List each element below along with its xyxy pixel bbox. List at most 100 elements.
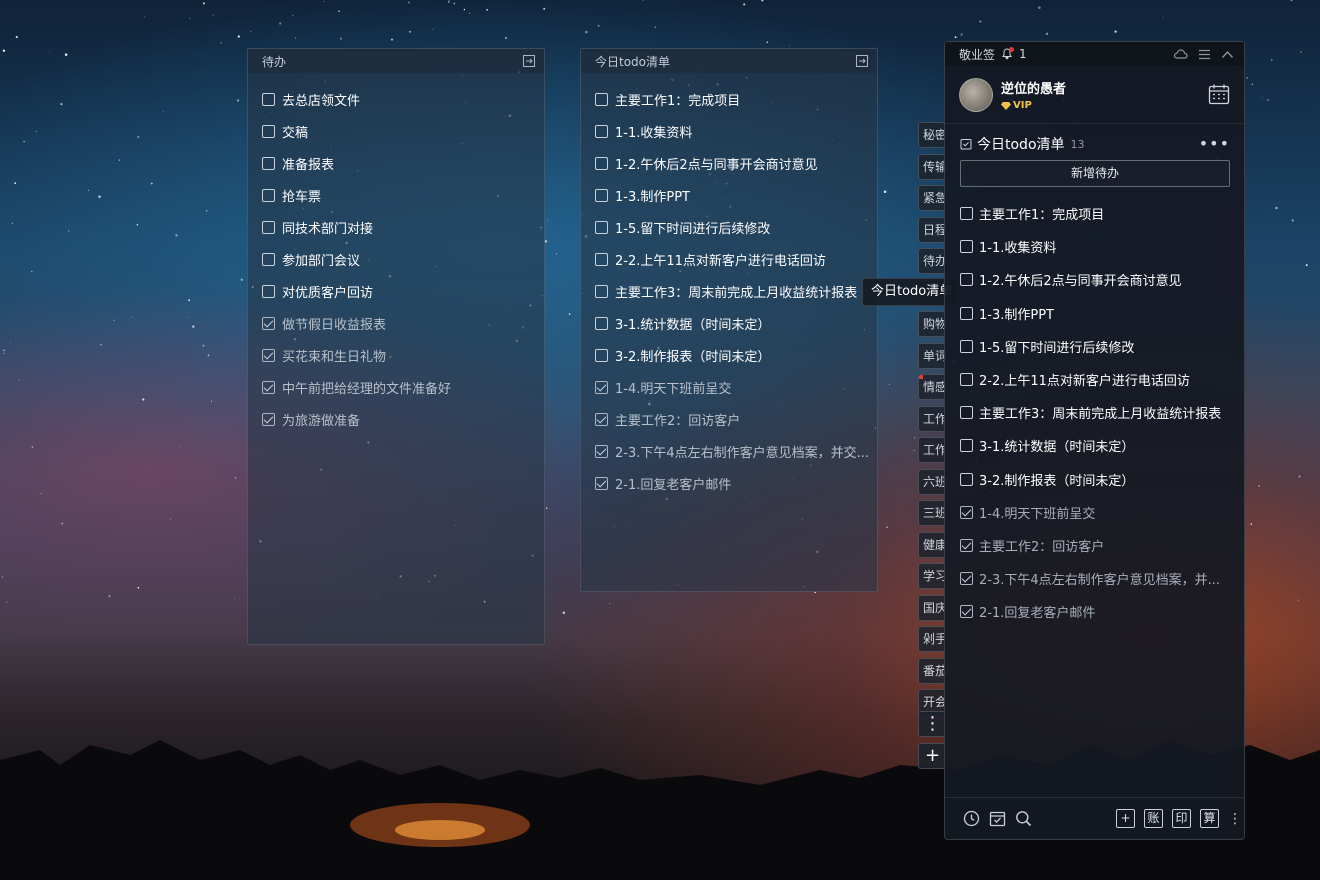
todo-item[interactable]: 1-2.午休后2点与同事开会商讨意见: [960, 263, 1230, 296]
todo-item[interactable]: 2-1.回复老客户邮件: [960, 595, 1230, 628]
checked-checkbox[interactable]: [262, 316, 275, 330]
category-tab[interactable]: 工作: [918, 437, 946, 463]
checkbox[interactable]: [960, 306, 973, 320]
category-tab[interactable]: 剁手: [918, 626, 946, 652]
checkbox[interactable]: [595, 284, 608, 298]
category-tab[interactable]: 购物: [918, 311, 946, 337]
title-bar[interactable]: 敬业签 1: [945, 42, 1244, 66]
todo-item[interactable]: 2-3.下午4点左右制作客户意见档案，并交...: [595, 435, 877, 467]
detach-icon[interactable]: [855, 54, 869, 68]
todo-item[interactable]: 1-4.明天下班前呈交: [595, 371, 877, 403]
notification-bell-icon[interactable]: [1001, 47, 1015, 60]
checkbox[interactable]: [595, 252, 608, 266]
category-tab[interactable]: 秘密: [918, 122, 946, 148]
todo-item[interactable]: 做节假日收益报表: [262, 307, 544, 339]
category-tab[interactable]: 工作: [918, 405, 946, 432]
checked-checkbox[interactable]: [595, 444, 608, 458]
todo-item[interactable]: 3-1.统计数据（时间未定）: [960, 429, 1230, 462]
user-profile-row[interactable]: 逆位的愚者 VIP: [945, 66, 1244, 124]
more-tabs-button[interactable]: ⋮: [918, 711, 946, 737]
todo-item[interactable]: 1-5.留下时间进行后续修改: [595, 211, 877, 243]
search-icon[interactable]: [1015, 810, 1032, 827]
checkbox[interactable]: [595, 188, 608, 202]
cloud-sync-icon[interactable]: [1173, 48, 1188, 60]
checked-checkbox[interactable]: [262, 380, 275, 394]
todo-item[interactable]: 1-1.收集资料: [960, 230, 1230, 263]
checkbox[interactable]: [960, 339, 973, 353]
category-tab[interactable]: 传输: [918, 153, 946, 180]
todo-item[interactable]: 2-2.上午11点对新客户进行电话回访: [960, 363, 1230, 396]
category-tab[interactable]: 待办: [918, 248, 946, 274]
checkbox[interactable]: [960, 240, 973, 254]
more-options-icon[interactable]: •••: [1199, 136, 1230, 152]
todo-item[interactable]: 主要工作2：回访客户: [595, 403, 877, 435]
checkbox[interactable]: [262, 156, 275, 170]
checkbox[interactable]: [960, 406, 973, 420]
checkbox[interactable]: [595, 156, 608, 170]
category-tab[interactable]: 情感: [918, 374, 946, 400]
todo-item[interactable]: 1-3.制作PPT: [595, 179, 877, 211]
checkbox[interactable]: [595, 92, 608, 106]
todo-item[interactable]: 1-3.制作PPT: [960, 297, 1230, 330]
checked-checkbox[interactable]: [595, 380, 608, 394]
account-button[interactable]: 账: [1144, 809, 1163, 828]
task-box-icon[interactable]: [989, 810, 1006, 827]
todo-item[interactable]: 1-2.午休后2点与同事开会商讨意见: [595, 147, 877, 179]
todo-item[interactable]: 主要工作3：周末前完成上月收益统计报表: [595, 275, 877, 307]
detach-icon[interactable]: [522, 54, 536, 68]
checkbox[interactable]: [262, 252, 275, 266]
todo-item[interactable]: 2-3.下午4点左右制作客户意见档案，并...: [960, 562, 1230, 595]
todo-item[interactable]: 2-2.上午11点对新客户进行电话回访: [595, 243, 877, 275]
add-todo-button[interactable]: 新增待办: [960, 160, 1230, 187]
checked-checkbox[interactable]: [960, 538, 973, 552]
todo-item[interactable]: 3-2.制作报表（时间未定）: [960, 463, 1230, 496]
category-tab[interactable]: 六班: [918, 468, 946, 495]
collapse-chevron-icon[interactable]: [1221, 50, 1234, 59]
todo-item[interactable]: 1-4.明天下班前呈交: [960, 496, 1230, 529]
checkbox[interactable]: [595, 316, 608, 330]
checkbox[interactable]: [595, 348, 608, 362]
checkbox[interactable]: [262, 220, 275, 234]
todo-item[interactable]: 为旅游做准备: [262, 403, 544, 435]
category-tab[interactable]: 学习: [918, 563, 946, 589]
clock-icon[interactable]: [963, 810, 980, 827]
more-vertical-icon[interactable]: ⋮: [1228, 812, 1242, 826]
todo-item[interactable]: 去总店领文件: [262, 83, 544, 115]
todo-item[interactable]: 准备报表: [262, 147, 544, 179]
checked-checkbox[interactable]: [960, 505, 973, 519]
todo-item[interactable]: 3-1.统计数据（时间未定）: [595, 307, 877, 339]
category-tab[interactable]: 日程: [918, 216, 946, 243]
checkbox[interactable]: [960, 207, 973, 221]
add-tab-button[interactable]: +: [918, 743, 946, 769]
checkbox[interactable]: [960, 439, 973, 453]
checkbox[interactable]: [262, 284, 275, 298]
todo-item[interactable]: 买花束和生日礼物: [262, 339, 544, 371]
checked-checkbox[interactable]: [960, 572, 973, 586]
category-tab[interactable]: 单词: [918, 342, 946, 369]
checkbox[interactable]: [595, 220, 608, 234]
category-tab[interactable]: 健康: [918, 531, 946, 558]
checked-checkbox[interactable]: [595, 412, 608, 426]
todo-item[interactable]: 对优质客户回访: [262, 275, 544, 307]
print-button[interactable]: 印: [1172, 809, 1191, 828]
checkbox[interactable]: [960, 373, 973, 387]
todo-item[interactable]: 主要工作1：完成项目: [960, 197, 1230, 230]
category-tab[interactable]: 国庆: [918, 594, 946, 621]
checked-checkbox[interactable]: [960, 605, 973, 619]
todo-item[interactable]: 同技术部门对接: [262, 211, 544, 243]
new-note-button[interactable]: +: [1116, 809, 1135, 828]
calculator-button[interactable]: 算: [1200, 809, 1219, 828]
todo-item[interactable]: 2-1.回复老客户邮件: [595, 467, 877, 499]
checked-checkbox[interactable]: [595, 476, 608, 490]
menu-icon[interactable]: [1198, 49, 1211, 60]
todo-item[interactable]: 3-2.制作报表（时间未定）: [595, 339, 877, 371]
checked-checkbox[interactable]: [262, 412, 275, 426]
todo-item[interactable]: 主要工作2：回访客户: [960, 529, 1230, 562]
checkbox[interactable]: [262, 92, 275, 106]
calendar-icon[interactable]: [1208, 83, 1230, 105]
todo-item[interactable]: 1-5.留下时间进行后续修改: [960, 330, 1230, 363]
checkbox[interactable]: [960, 472, 973, 486]
todo-item[interactable]: 主要工作1：完成项目: [595, 83, 877, 115]
todo-item[interactable]: 抢车票: [262, 179, 544, 211]
todo-item[interactable]: 1-1.收集资料: [595, 115, 877, 147]
